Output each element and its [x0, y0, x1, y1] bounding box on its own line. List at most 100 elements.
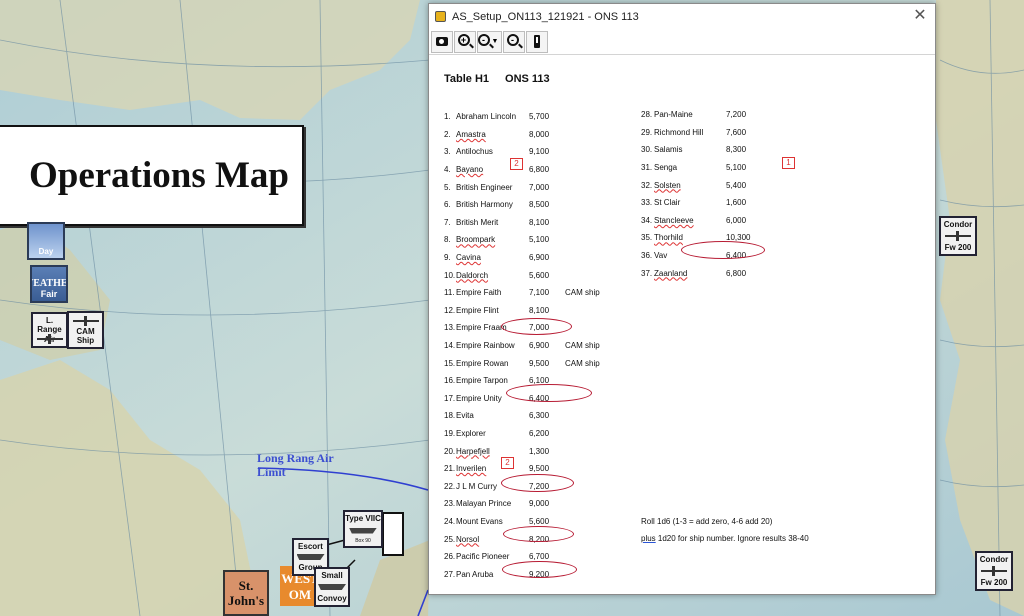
- ship-row: 13. Empire Fraam 7,000: [444, 319, 600, 337]
- ship-number: 16.: [444, 376, 456, 386]
- fw200-label: Fw 200: [944, 243, 972, 252]
- ship-name: Pan-Maine: [654, 110, 693, 120]
- ship-name: British Merit: [456, 217, 499, 227]
- day-counter[interactable]: Day: [27, 222, 65, 260]
- ship-name: British Harmony: [456, 200, 513, 210]
- range-label: Range: [37, 325, 62, 334]
- ship-tonnage: 6,900: [529, 253, 550, 263]
- ship-name: Cavina: [456, 253, 481, 263]
- ship-name: Mount Evans: [456, 516, 503, 526]
- ship-row: 31. Senga 5,100: [641, 159, 762, 177]
- ship-tonnage: 8,500: [529, 200, 550, 210]
- ship-row: 18. Evita 6,300: [444, 407, 600, 425]
- ship-name: Senga: [654, 163, 678, 173]
- close-button[interactable]: ✕: [905, 5, 935, 29]
- day-label: Day: [38, 247, 54, 256]
- toolbar: + - ▼ -: [429, 29, 935, 55]
- ship-tonnage: 8,100: [529, 217, 550, 227]
- ship-row: 12. Empire Flint 8,100: [444, 302, 600, 320]
- small-label: Small: [321, 571, 343, 580]
- ship-number: 8.: [444, 235, 451, 245]
- ship-number: 1.: [444, 112, 451, 122]
- document-window[interactable]: AS_Setup_ON113_121921 - ONS 113 ✕ + - ▼ -…: [428, 3, 936, 595]
- ship-name: Daldorch: [456, 270, 489, 280]
- type-viic-sub: Box 90: [355, 538, 371, 544]
- ship-number: 36.: [641, 251, 653, 261]
- ship-number: 7.: [444, 217, 451, 227]
- ship-row: 21. Inverilen 9,500: [444, 460, 600, 478]
- st-johns-box[interactable]: St. John's: [223, 570, 269, 616]
- fit-page-button[interactable]: [526, 30, 548, 53]
- long-range-air-counter[interactable]: L. Range Air: [31, 312, 68, 348]
- ship-row: 26. Pacific Pioneer 6,700: [444, 548, 600, 566]
- ship-tonnage: 6,300: [529, 411, 550, 421]
- ship-row: 11. Empire Faith 7,100 CAM ship: [444, 284, 600, 302]
- ship-number: 10.: [444, 270, 456, 280]
- ship-tonnage: 6,700: [529, 552, 550, 562]
- marker-box[interactable]: 2: [501, 457, 514, 469]
- roll-instructions: Roll 1d6 (1-3 = add zero, 4-6 add 20) pl…: [641, 513, 809, 547]
- ship-icon: [318, 584, 346, 590]
- ship-number: 20.: [444, 446, 456, 456]
- ship-tonnage: 7,600: [726, 127, 747, 137]
- ship-tonnage: 8,300: [726, 145, 747, 155]
- convoy-counter[interactable]: Small Convoy: [314, 567, 350, 607]
- ship-row: 32. Solsten 5,400: [641, 176, 762, 194]
- marker-box[interactable]: 2: [510, 158, 523, 170]
- zoom-dropdown-icon: -: [477, 34, 490, 46]
- ship-number: 9.: [444, 253, 451, 263]
- ship-number: 5.: [444, 182, 451, 192]
- ship-note: CAM ship: [565, 288, 600, 298]
- condor-counter[interactable]: Condor Fw 200: [975, 551, 1013, 591]
- ship-tonnage: 5,600: [529, 270, 550, 280]
- ship-row: 28. Pan-Maine 7,200: [641, 106, 762, 124]
- ship-row: 23. Malayan Prince 9,000: [444, 495, 600, 513]
- convoy-label: Convoy: [317, 594, 347, 603]
- escort-label: Escort: [298, 542, 323, 551]
- ship-tonnage: 6,400: [726, 251, 747, 261]
- cam-ship-counter[interactable]: CAM Ship: [67, 311, 104, 349]
- ship-name: Explorer: [456, 428, 486, 438]
- weather-counter[interactable]: WEATHER Fair: [30, 265, 68, 303]
- ship-tonnage: 6,200: [529, 428, 550, 438]
- camera-icon: [436, 37, 448, 46]
- ship-tonnage: 5,600: [529, 516, 550, 526]
- ship-name: Zaanland: [654, 268, 688, 278]
- title-bar[interactable]: AS_Setup_ON113_121921 - ONS 113 ✕: [429, 4, 935, 29]
- ship-number: 23.: [444, 499, 456, 509]
- ship-number: 31.: [641, 163, 653, 173]
- zoom-out-button[interactable]: -: [503, 30, 525, 53]
- ship-tonnage: 7,000: [529, 182, 550, 192]
- ship-number: 35.: [641, 233, 653, 243]
- table-heading: Table H1 ONS 113: [444, 73, 550, 85]
- ship-tonnage: 6,900: [529, 341, 550, 351]
- ship-note: CAM ship: [565, 358, 600, 368]
- type-viic-counter[interactable]: Type VIIC Box 90: [343, 510, 383, 548]
- fw200-label: Fw 200: [980, 578, 1008, 587]
- zoom-dropdown-button[interactable]: - ▼: [477, 30, 502, 53]
- ship-number: 18.: [444, 411, 456, 421]
- ship-tonnage: 6,800: [726, 268, 747, 278]
- ship-number: 24.: [444, 516, 456, 526]
- ship-name: Broompark: [456, 235, 496, 245]
- fit-page-icon: [534, 35, 540, 48]
- ship-name: Abraham Lincoln: [456, 112, 517, 122]
- aircraft-icon: [72, 316, 99, 326]
- marker-box[interactable]: 1: [782, 157, 795, 169]
- zoom-in-icon: +: [457, 34, 470, 46]
- ship-number: 12.: [444, 305, 456, 315]
- ship-name: Inverilen: [456, 464, 487, 474]
- condor-counter[interactable]: Condor Fw 200: [939, 216, 977, 256]
- ship-row: 24. Mount Evans 5,600: [444, 513, 600, 531]
- ship-name: Empire Faith: [456, 288, 502, 298]
- app-icon: [435, 11, 446, 22]
- ship-number: 11.: [444, 288, 455, 298]
- ship-number: 26.: [444, 552, 456, 562]
- ship-row: 2. Amastra 8,000: [444, 126, 600, 144]
- ship-tonnage: 5,700: [529, 112, 550, 122]
- chevron-down-icon: ▼: [491, 38, 499, 45]
- plus-word: plus: [641, 534, 656, 543]
- zoom-in-button[interactable]: +: [454, 30, 476, 53]
- snapshot-button[interactable]: [431, 30, 453, 53]
- ship-name: Salamis: [654, 145, 683, 155]
